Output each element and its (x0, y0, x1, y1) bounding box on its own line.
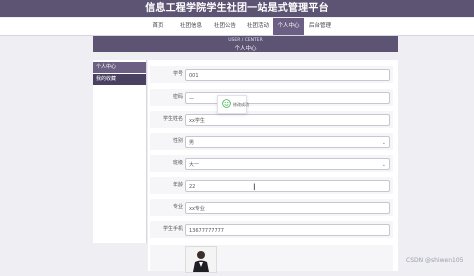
watermark: CSDN @shiwen105 (406, 257, 464, 264)
major-field[interactable]: xx专业 (185, 202, 390, 214)
student-name-label: 学生姓名 (162, 116, 183, 122)
nav-item-club-activity[interactable]: 社团活动 (243, 18, 273, 35)
nav-bar: 首页 社团信息 社团公告 社团活动 个人中心 后台管理 (0, 18, 474, 36)
class-label: 班级 (172, 160, 183, 166)
gender-value: 男 (189, 140, 195, 146)
nav-item-home[interactable]: 首页 (148, 18, 168, 35)
class-value: 大一 (189, 162, 200, 168)
student-id-field[interactable]: 001 (185, 69, 390, 81)
gender-label: 性别 (172, 138, 183, 144)
chevron-down-icon: ⌄ (381, 162, 386, 168)
breadcrumb: USER / CENTER (228, 38, 263, 43)
toast-message: 修改成功 (233, 102, 249, 107)
class-select[interactable]: 大一 ⌄ (185, 158, 390, 170)
person-photo-icon (186, 247, 216, 272)
profile-photo[interactable] (185, 246, 217, 273)
nav-item-club-info[interactable]: 社团信息 (176, 18, 206, 35)
nav-item-admin[interactable]: 后台管理 (305, 18, 335, 35)
student-name-field[interactable]: xx学生 (185, 114, 390, 126)
page-title: 个人中心 (234, 46, 257, 52)
age-label: 年龄 (172, 182, 183, 188)
smiley-icon (222, 99, 231, 108)
sidebar-item-favorites[interactable]: 我的收藏 (93, 74, 146, 85)
password-label: 密码 (172, 94, 183, 100)
chevron-down-icon: ⌄ (381, 140, 386, 146)
major-label: 专业 (172, 204, 183, 210)
sidebar: 个人中心 我的收藏 (93, 60, 147, 243)
password-field[interactable]: — (185, 92, 390, 104)
sidebar-item-personal-center[interactable]: 个人中心 (93, 62, 146, 73)
nav-item-personal-center[interactable]: 个人中心 (273, 18, 304, 35)
toast-notification: 修改成功 (217, 95, 249, 114)
gender-select[interactable]: 男 ⌄ (185, 136, 390, 148)
app-title: 信息工程学院学生社团一站是式管理平台 (145, 3, 329, 14)
page-banner: USER / CENTER 个人中心 (93, 36, 398, 52)
text-cursor-icon: I (253, 183, 256, 193)
nav-item-club-notice[interactable]: 社团公告 (210, 18, 240, 35)
age-field[interactable]: 22 (185, 180, 390, 192)
phone-label: 学生手机 (162, 226, 183, 232)
phone-field[interactable]: 13677777777 (185, 224, 390, 236)
student-id-label: 学号 (172, 71, 183, 77)
